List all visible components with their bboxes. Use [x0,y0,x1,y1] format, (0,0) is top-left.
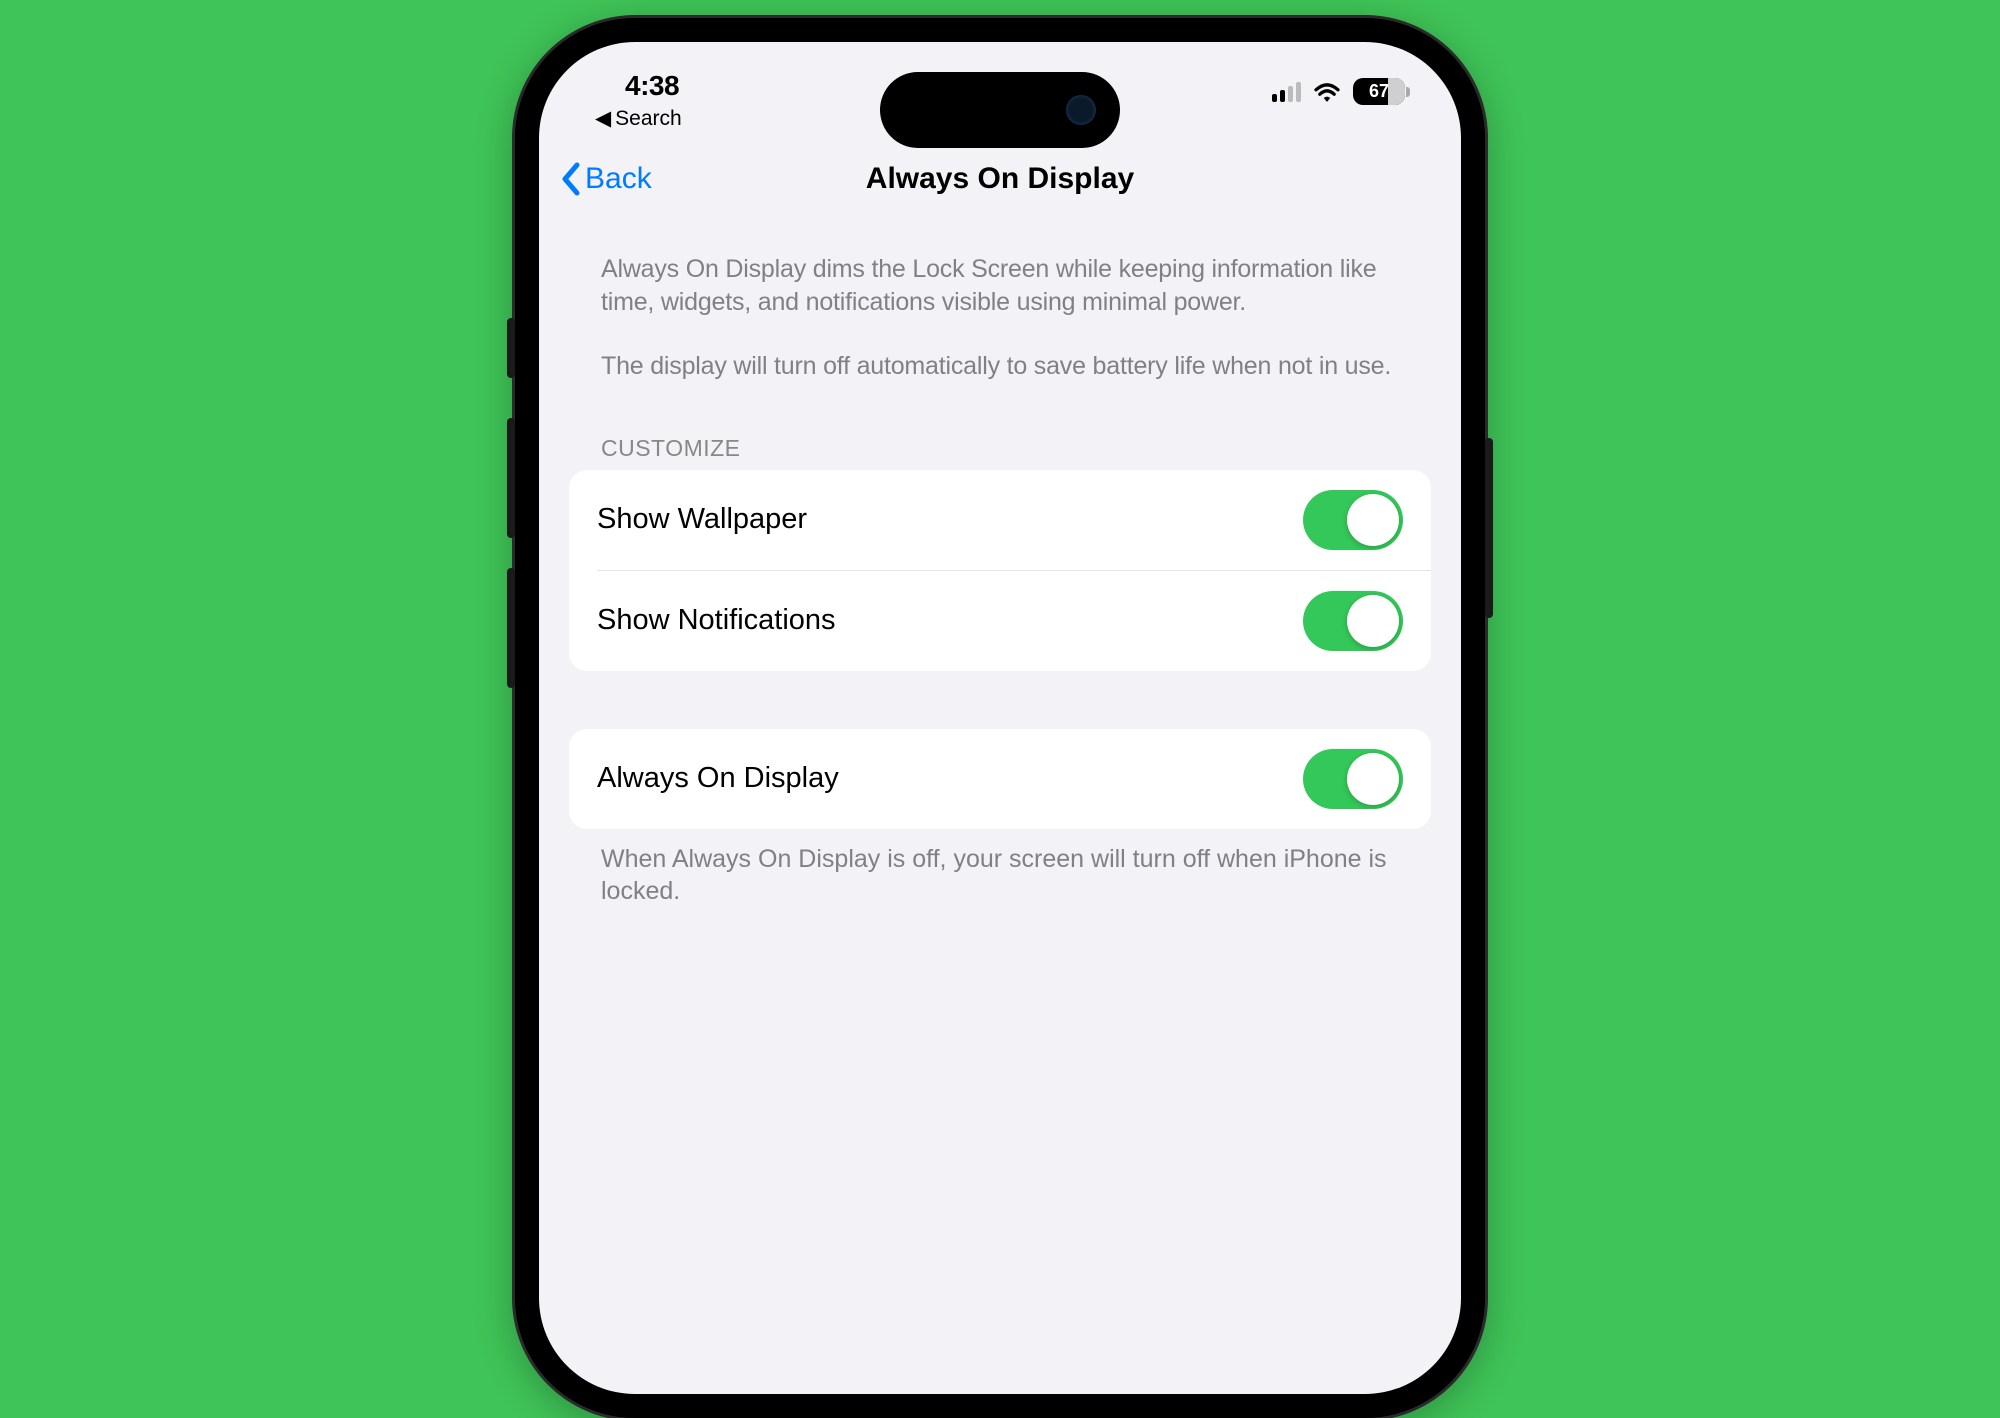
chevron-left-icon [559,161,583,197]
status-time: 4:38 [625,70,682,102]
section-header-customize: CUSTOMIZE [569,383,1431,470]
side-button-volume-down [507,568,515,688]
battery-icon: 67 [1353,78,1405,105]
screen: 4:38 ◀ Search [539,42,1461,1394]
toggle-show-notifications[interactable] [1303,591,1403,651]
row-show-wallpaper[interactable]: Show Wallpaper [569,470,1431,570]
toggle-knob-icon [1347,753,1399,805]
settings-group-customize: Show Wallpaper Show Notifications [569,470,1431,671]
side-button-silent [507,318,515,378]
toggle-show-wallpaper[interactable] [1303,490,1403,550]
cellular-signal-icon [1272,82,1301,102]
battery-percent: 67 [1369,81,1389,101]
wifi-icon [1313,81,1341,103]
section-intro: Always On Display dims the Lock Screen w… [569,217,1431,383]
toggle-knob-icon [1347,494,1399,546]
side-button-power [1485,438,1493,618]
intro-paragraph-2: The display will turn off automatically … [601,350,1399,383]
section-footer-main: When Always On Display is off, your scre… [569,829,1431,908]
row-label-show-wallpaper: Show Wallpaper [597,503,807,536]
front-camera-icon [1066,95,1096,125]
back-button[interactable]: Back [559,161,652,197]
page-title: Always On Display [866,162,1134,196]
settings-group-main: Always On Display [569,729,1431,829]
nav-bar: Back Always On Display [539,152,1461,217]
toggle-always-on-display[interactable] [1303,749,1403,809]
dynamic-island [880,72,1120,148]
row-label-always-on-display: Always On Display [597,762,839,795]
breadcrumb-back-label: Search [615,107,682,131]
breadcrumb-back[interactable]: ◀ Search [595,106,682,131]
toggle-knob-icon [1347,595,1399,647]
back-button-label: Back [585,162,652,196]
back-triangle-icon: ◀ [595,106,611,131]
row-always-on-display[interactable]: Always On Display [569,729,1431,829]
row-label-show-notifications: Show Notifications [597,604,836,637]
intro-paragraph-1: Always On Display dims the Lock Screen w… [601,253,1399,318]
row-show-notifications[interactable]: Show Notifications [597,570,1431,671]
phone-frame: 4:38 ◀ Search [515,18,1485,1418]
side-button-volume-up [507,418,515,538]
